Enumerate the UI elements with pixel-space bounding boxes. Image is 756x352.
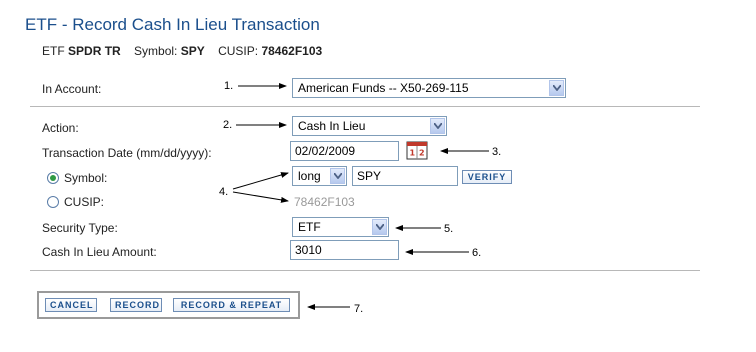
callout-arrows (232, 83, 489, 310)
callout-arrow-4b (232, 191, 289, 203)
callout-arrow-4a (232, 172, 289, 190)
